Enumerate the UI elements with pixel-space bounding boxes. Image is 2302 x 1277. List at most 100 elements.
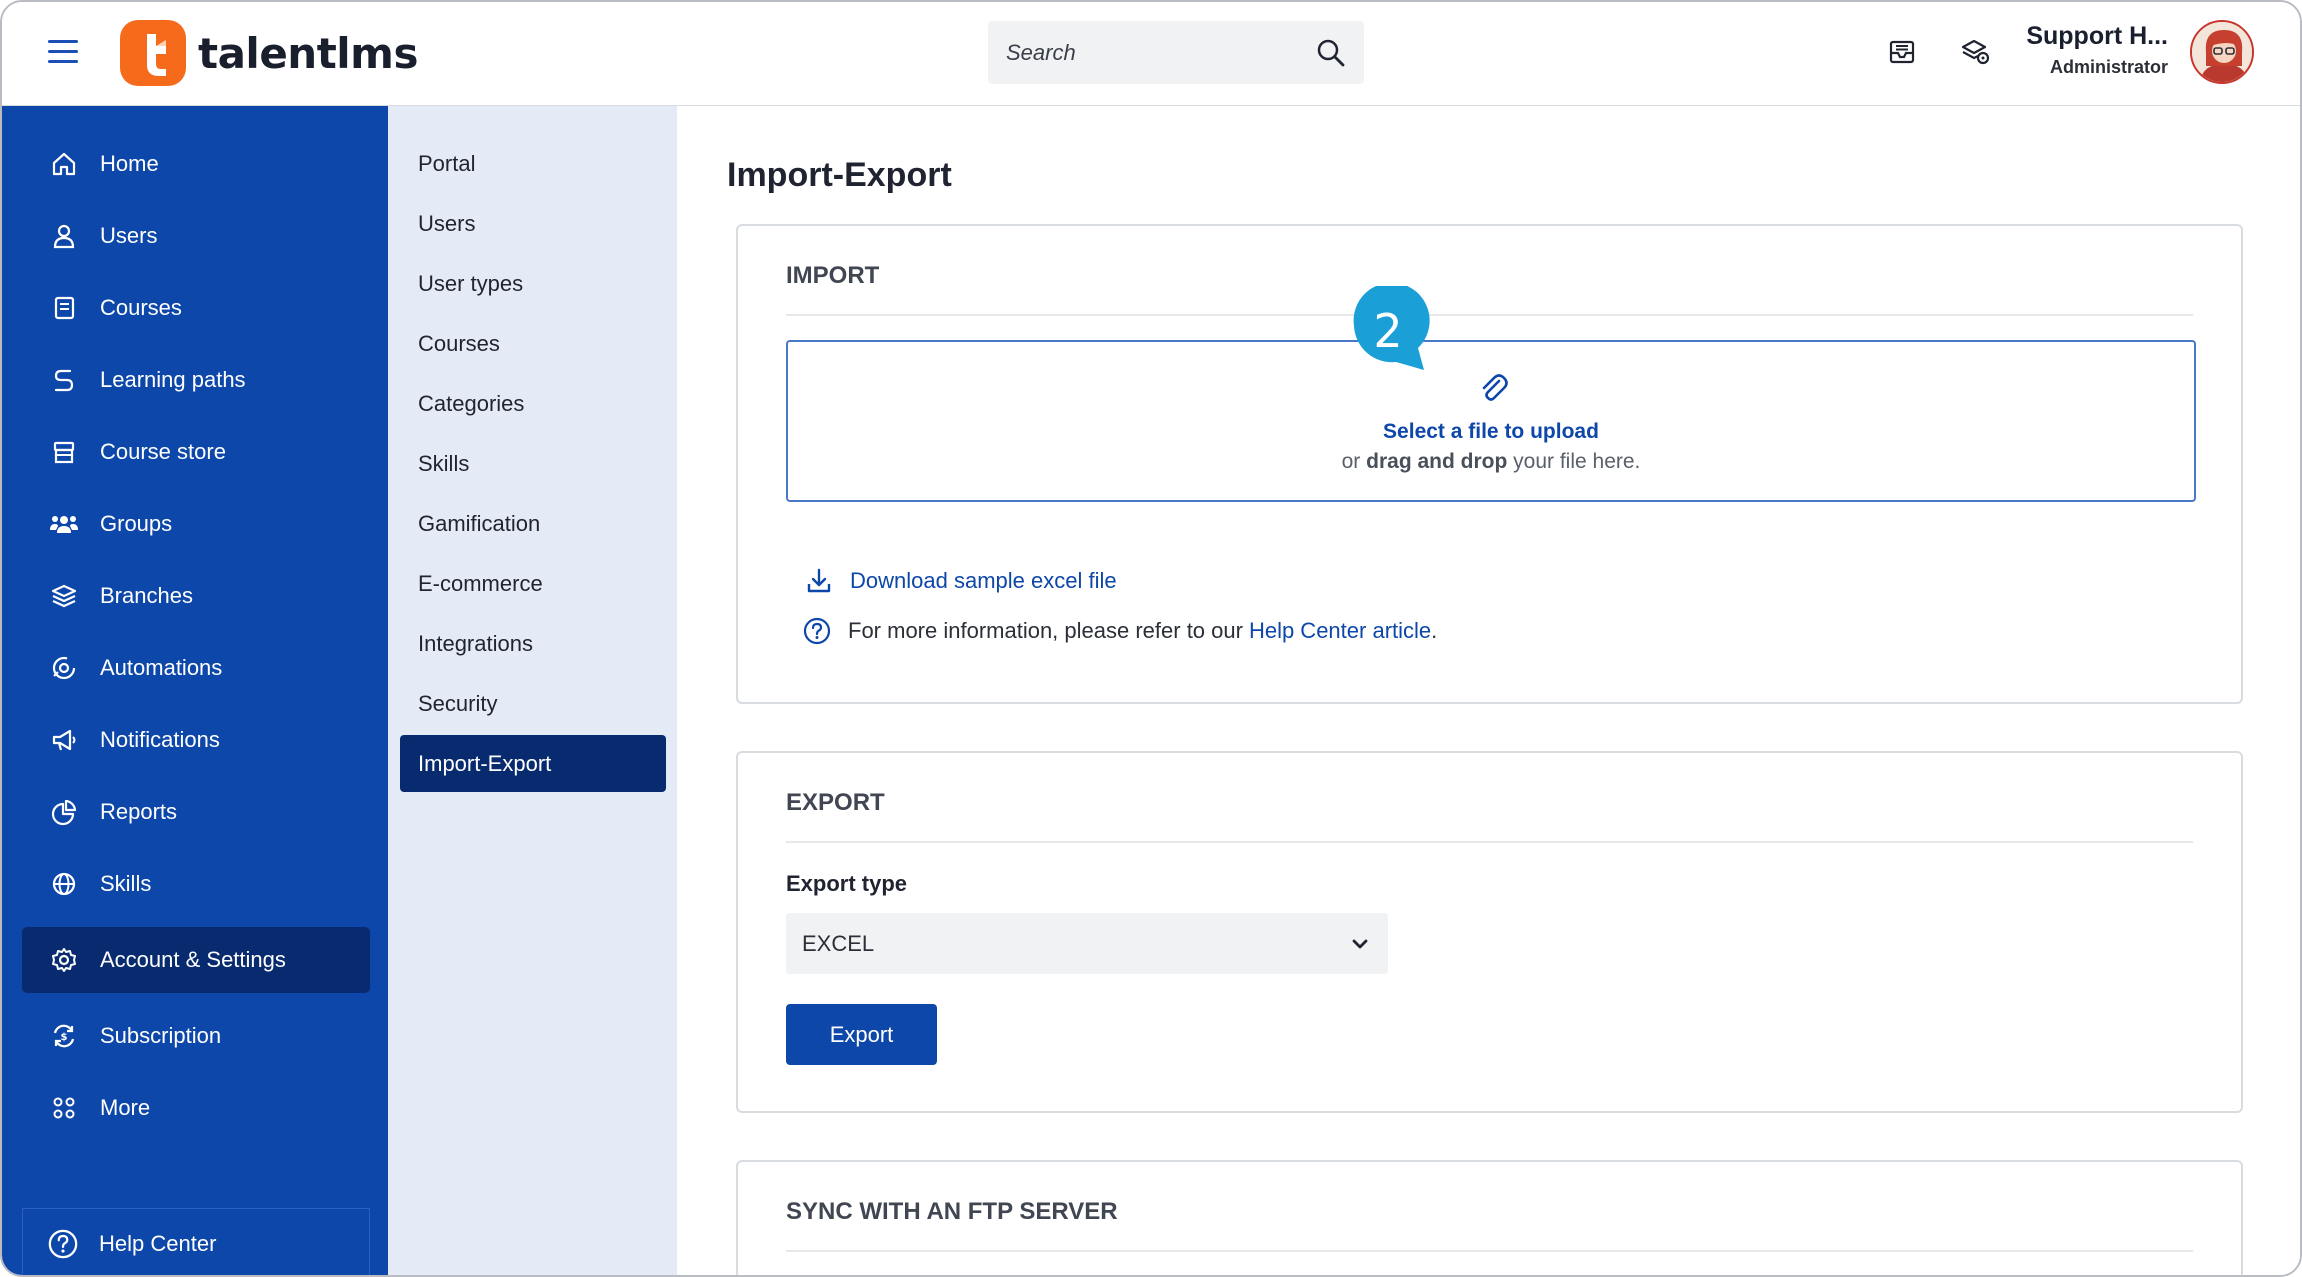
main-content: Import-Export IMPORT Select a file to up…	[677, 106, 2300, 1275]
export-type-value: EXCEL	[802, 930, 875, 956]
book-icon	[48, 292, 80, 324]
sidebar-item-label: Home	[100, 151, 159, 176]
export-section-title: EXPORT	[786, 789, 885, 816]
export-card: EXPORT Export type EXCEL Export	[736, 751, 2243, 1113]
path-icon	[48, 364, 80, 396]
import-card: IMPORT Select a file to upload or drag a…	[736, 224, 2243, 704]
inbox-message-icon[interactable]	[1886, 36, 1918, 68]
svg-text:$: $	[61, 1032, 68, 1043]
user-menu[interactable]: Support H... Administrator	[2026, 22, 2168, 78]
subscription-icon: $	[48, 1020, 80, 1052]
submenu-item-categories[interactable]: Categories	[400, 375, 666, 432]
sidebar-item-branches[interactable]: Branches	[22, 563, 370, 629]
submenu-item-user-types[interactable]: User types	[400, 255, 666, 312]
user-name: Support H...	[2026, 22, 2168, 50]
sidebar-item-label: Learning paths	[100, 367, 246, 392]
sidebar-item-more[interactable]: More	[22, 1075, 370, 1141]
user-icon	[48, 220, 80, 252]
submenu-item-import-export[interactable]: Import-Export	[400, 735, 666, 792]
submenu-item-e-commerce[interactable]: E-commerce	[400, 555, 666, 612]
submenu-item-users[interactable]: Users	[400, 195, 666, 252]
avatar[interactable]	[2190, 20, 2254, 84]
sidebar-item-label: Notifications	[100, 727, 220, 752]
brand-logo[interactable]: talentlms	[120, 18, 418, 88]
app-window: talentlms Search Support H... Administra…	[0, 0, 2302, 1277]
pie-chart-icon	[48, 796, 80, 828]
sidebar-item-account-settings[interactable]: Account & Settings	[22, 927, 370, 993]
question-circle-icon	[803, 617, 831, 645]
ftp-section-title: SYNC WITH AN FTP SERVER	[786, 1198, 1118, 1225]
divider	[786, 314, 2193, 316]
import-section-title: IMPORT	[786, 262, 880, 289]
sidebar-item-label: Skills	[100, 871, 152, 896]
submenu-item-security[interactable]: Security	[400, 675, 666, 732]
export-button[interactable]: Export	[786, 1004, 937, 1065]
search-icon[interactable]	[1316, 38, 1346, 68]
sidebar-item-courses[interactable]: Courses	[22, 275, 370, 341]
sidebar-item-skills[interactable]: Skills	[22, 851, 370, 917]
sidebar-item-groups[interactable]: Groups	[22, 491, 370, 557]
main-sidebar: Home Users Courses Learning paths Course…	[2, 106, 388, 1275]
submenu-item-portal[interactable]: Portal	[400, 135, 666, 192]
sidebar-item-label: Reports	[100, 799, 178, 824]
submenu-item-skills[interactable]: Skills	[400, 435, 666, 492]
divider	[786, 1250, 2193, 1252]
help-info-end: .	[1431, 618, 1438, 643]
sidebar-item-label: More	[100, 1095, 151, 1120]
divider	[786, 841, 2193, 843]
sidebar-item-subscription[interactable]: $ Subscription	[22, 1003, 370, 1069]
step-badge: 2	[1346, 282, 1436, 396]
talentlms-logo-icon	[120, 20, 186, 86]
submenu-item-gamification[interactable]: Gamification	[400, 495, 666, 552]
sidebar-item-label: Account & Settings	[100, 947, 286, 972]
sidebar-item-label: Course store	[100, 439, 226, 464]
submenu-item-integrations[interactable]: Integrations	[400, 615, 666, 672]
sidebar-item-users[interactable]: Users	[22, 203, 370, 269]
megaphone-icon	[48, 724, 80, 756]
help-info-text: For more information, please refer to ou…	[848, 618, 1243, 643]
sidebar-item-label: Subscription	[100, 1023, 222, 1048]
store-icon	[48, 436, 80, 468]
upload-sub-bold: drag and drop	[1366, 450, 1508, 473]
layers-icon	[48, 580, 80, 612]
help-center-label: Help Center	[99, 1230, 217, 1256]
sidebar-item-automations[interactable]: Automations	[22, 635, 370, 701]
home-icon	[48, 148, 80, 180]
upload-sub-suffix: your file here.	[1513, 450, 1641, 473]
export-type-label: Export type	[786, 871, 908, 896]
user-role: Administrator	[2049, 57, 2168, 77]
brand-name: talentlms	[198, 28, 418, 78]
help-center-article-link[interactable]: Help Center article	[1249, 618, 1431, 644]
page-title: Import-Export	[727, 156, 952, 194]
sidebar-item-notifications[interactable]: Notifications	[22, 707, 370, 773]
search-box[interactable]: Search	[988, 21, 1364, 84]
settings-submenu: Portal Users User types Courses Categori…	[388, 106, 677, 1275]
file-upload-dropzone[interactable]: Select a file to upload or drag and drop…	[786, 340, 2196, 502]
sidebar-item-home[interactable]: Home	[22, 131, 370, 197]
download-sample-link[interactable]: Download sample excel file	[850, 568, 1117, 594]
menu-toggle-icon[interactable]	[48, 40, 78, 66]
help-circle-icon	[47, 1228, 79, 1260]
sidebar-item-label: Branches	[100, 583, 193, 608]
chevron-down-icon	[1352, 939, 1368, 948]
help-center-link[interactable]: Help Center	[22, 1208, 370, 1275]
paperclip-icon	[1482, 374, 1508, 401]
automation-icon	[48, 652, 80, 684]
sidebar-item-label: Courses	[100, 295, 182, 320]
grid-icon	[48, 1092, 80, 1124]
download-icon	[807, 568, 831, 593]
sidebar-item-label: Groups	[100, 511, 173, 536]
upload-subtitle: or drag and drop your file here.	[788, 450, 2194, 474]
globe-icon	[48, 868, 80, 900]
help-info-row: For more information, please refer to ou…	[802, 616, 1437, 646]
submenu-item-courses[interactable]: Courses	[400, 315, 666, 372]
export-type-select[interactable]: EXCEL	[786, 913, 1388, 974]
sidebar-item-course-store[interactable]: Course store	[22, 419, 370, 485]
upload-sub-prefix: or	[1341, 450, 1361, 473]
switch-role-icon[interactable]	[1959, 36, 1991, 68]
sidebar-item-learning-paths[interactable]: Learning paths	[22, 347, 370, 413]
sidebar-item-reports[interactable]: Reports	[22, 779, 370, 845]
upload-title[interactable]: Select a file to upload	[788, 420, 2194, 444]
download-sample-row[interactable]: Download sample excel file	[804, 566, 1117, 596]
search-input[interactable]: Search	[1006, 40, 1316, 66]
